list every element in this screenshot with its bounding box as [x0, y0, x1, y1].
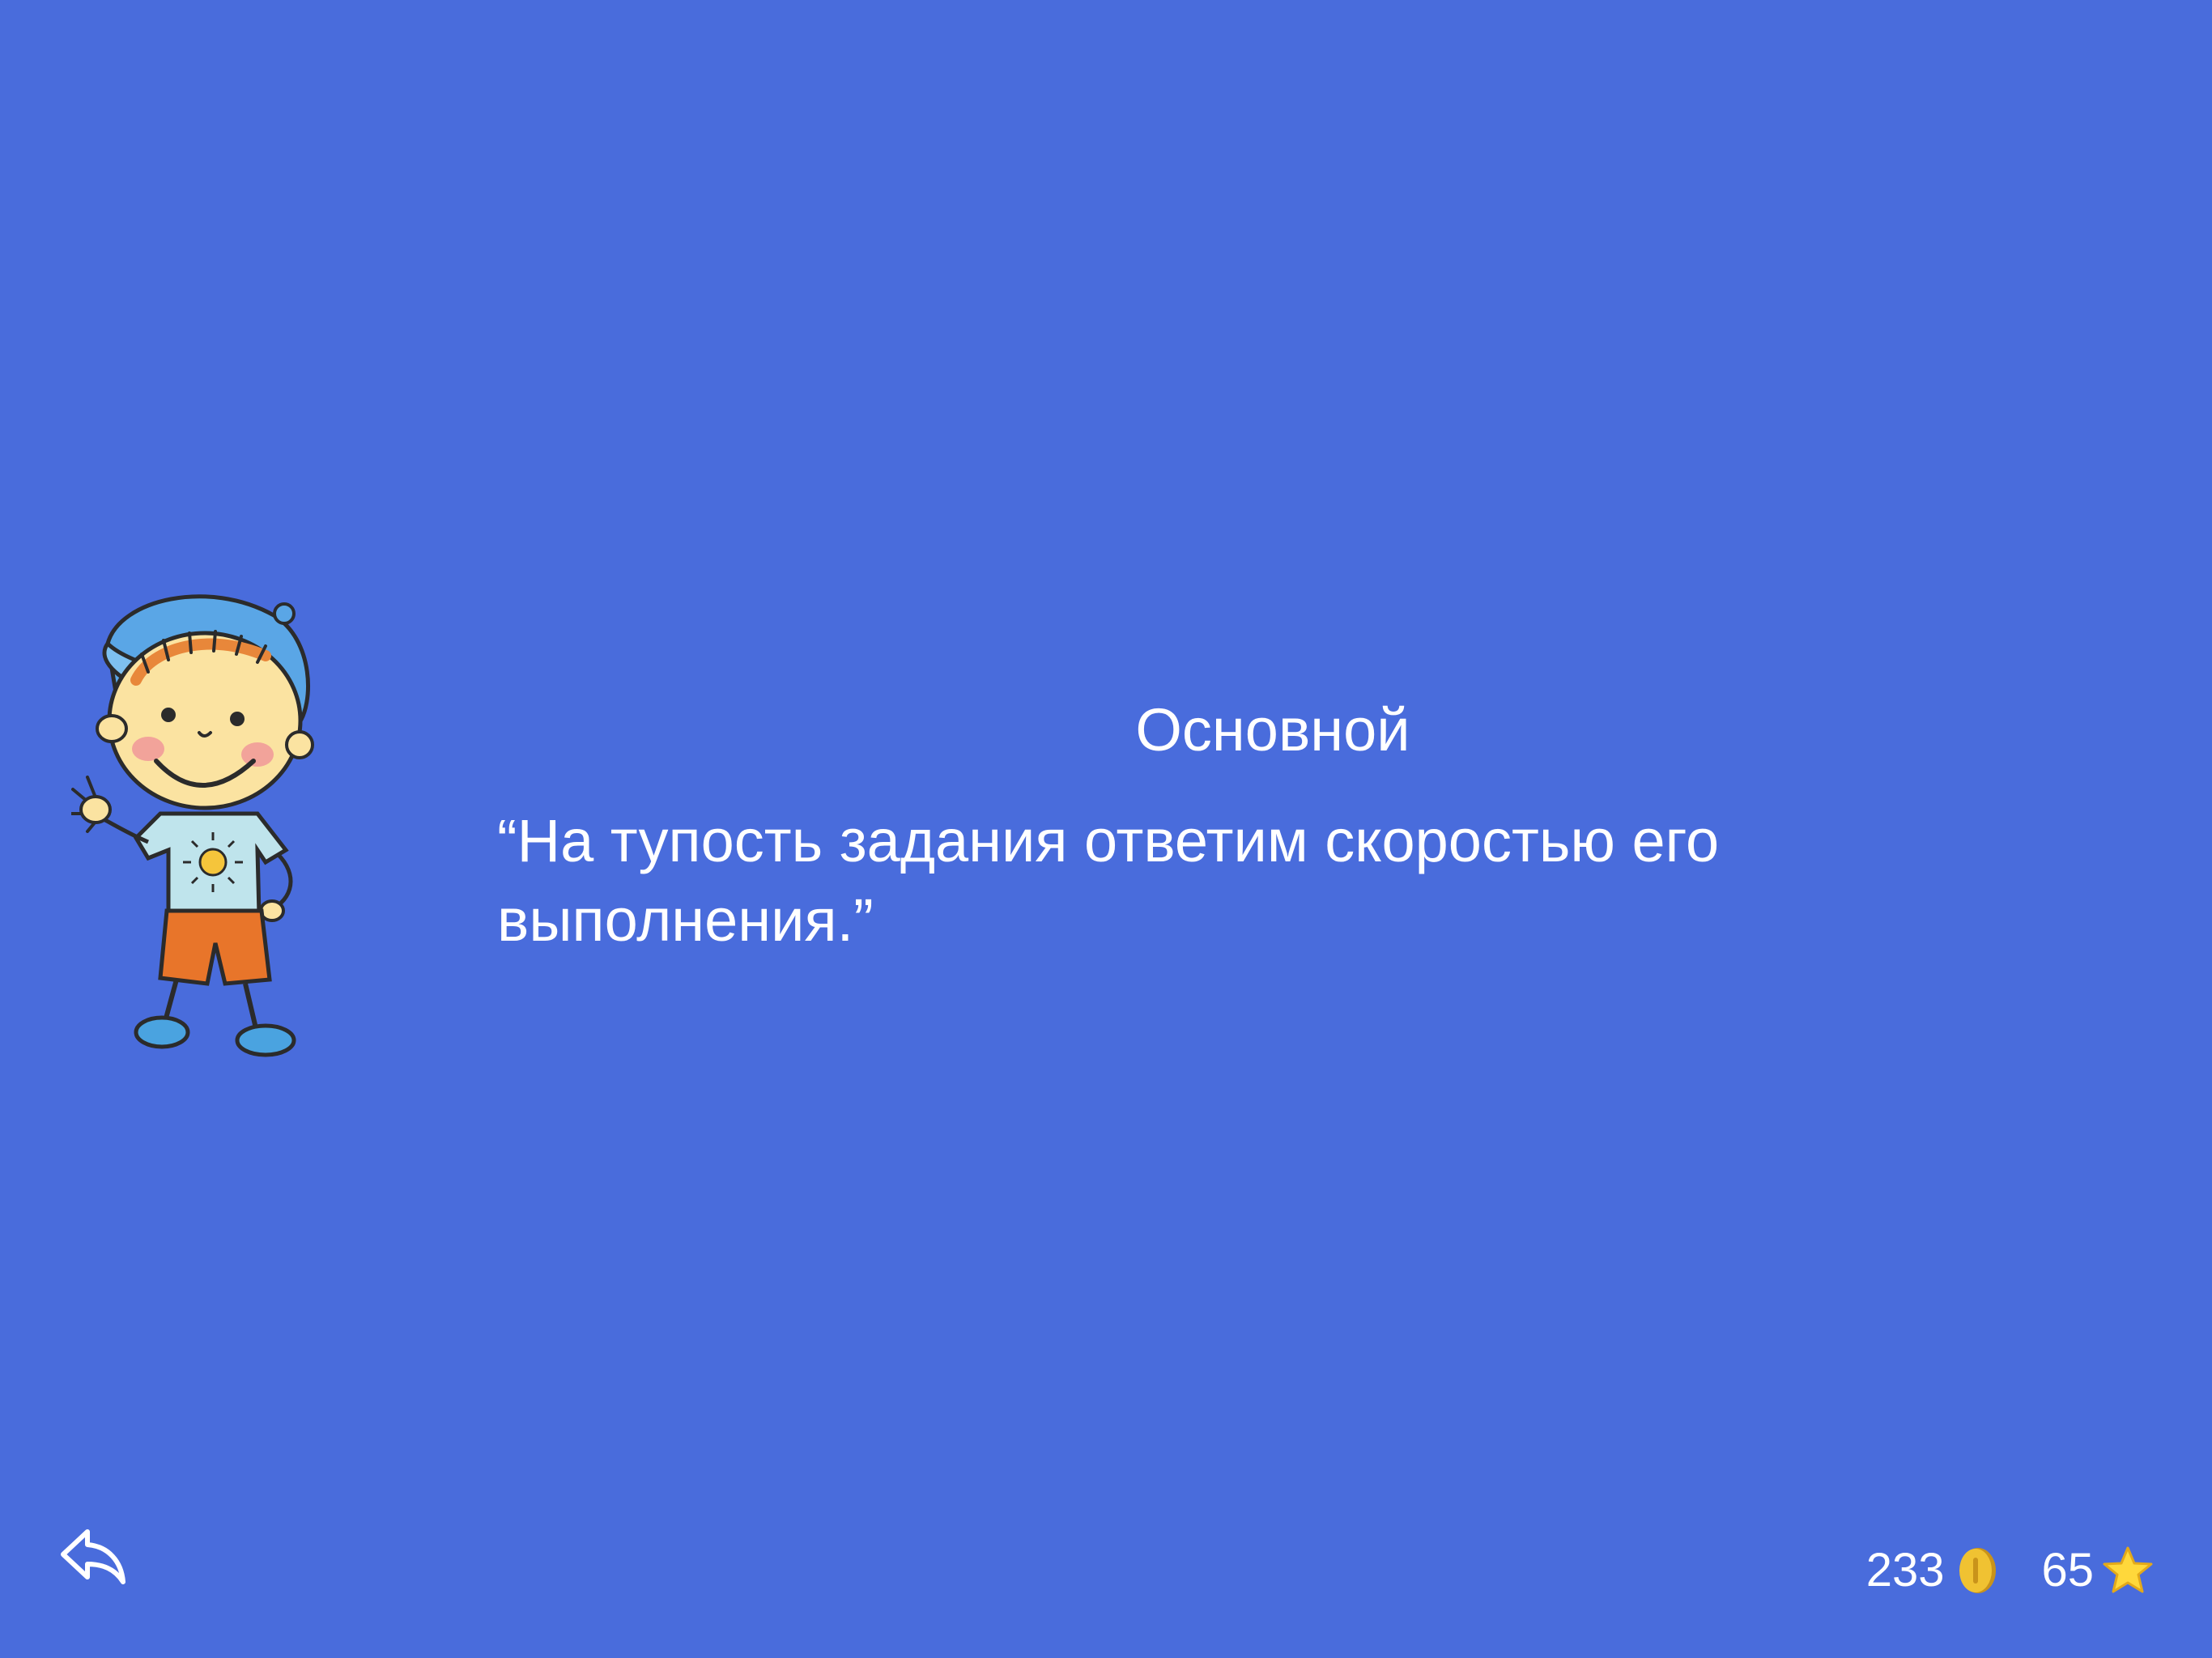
quote-text: “На тупость задания ответим скоростью ег…: [497, 807, 1720, 954]
quote-screen: Основной “На тупость задания ответим ско…: [0, 0, 2212, 1658]
boy-mascot-illustration: [71, 583, 387, 1061]
coin-counter: 233: [1866, 1538, 2005, 1603]
coin-count: 233: [1865, 1544, 1945, 1596]
currency-counters: 233 65: [1866, 1538, 2154, 1603]
star-counter: 65: [2041, 1538, 2154, 1603]
level-title: Основной: [1135, 696, 1410, 763]
coin-icon: [1952, 1545, 2004, 1596]
back-button[interactable]: [58, 1525, 128, 1590]
star-count: 65: [2041, 1544, 2094, 1596]
star-icon: [2102, 1545, 2154, 1596]
back-arrow-icon: [58, 1525, 128, 1590]
